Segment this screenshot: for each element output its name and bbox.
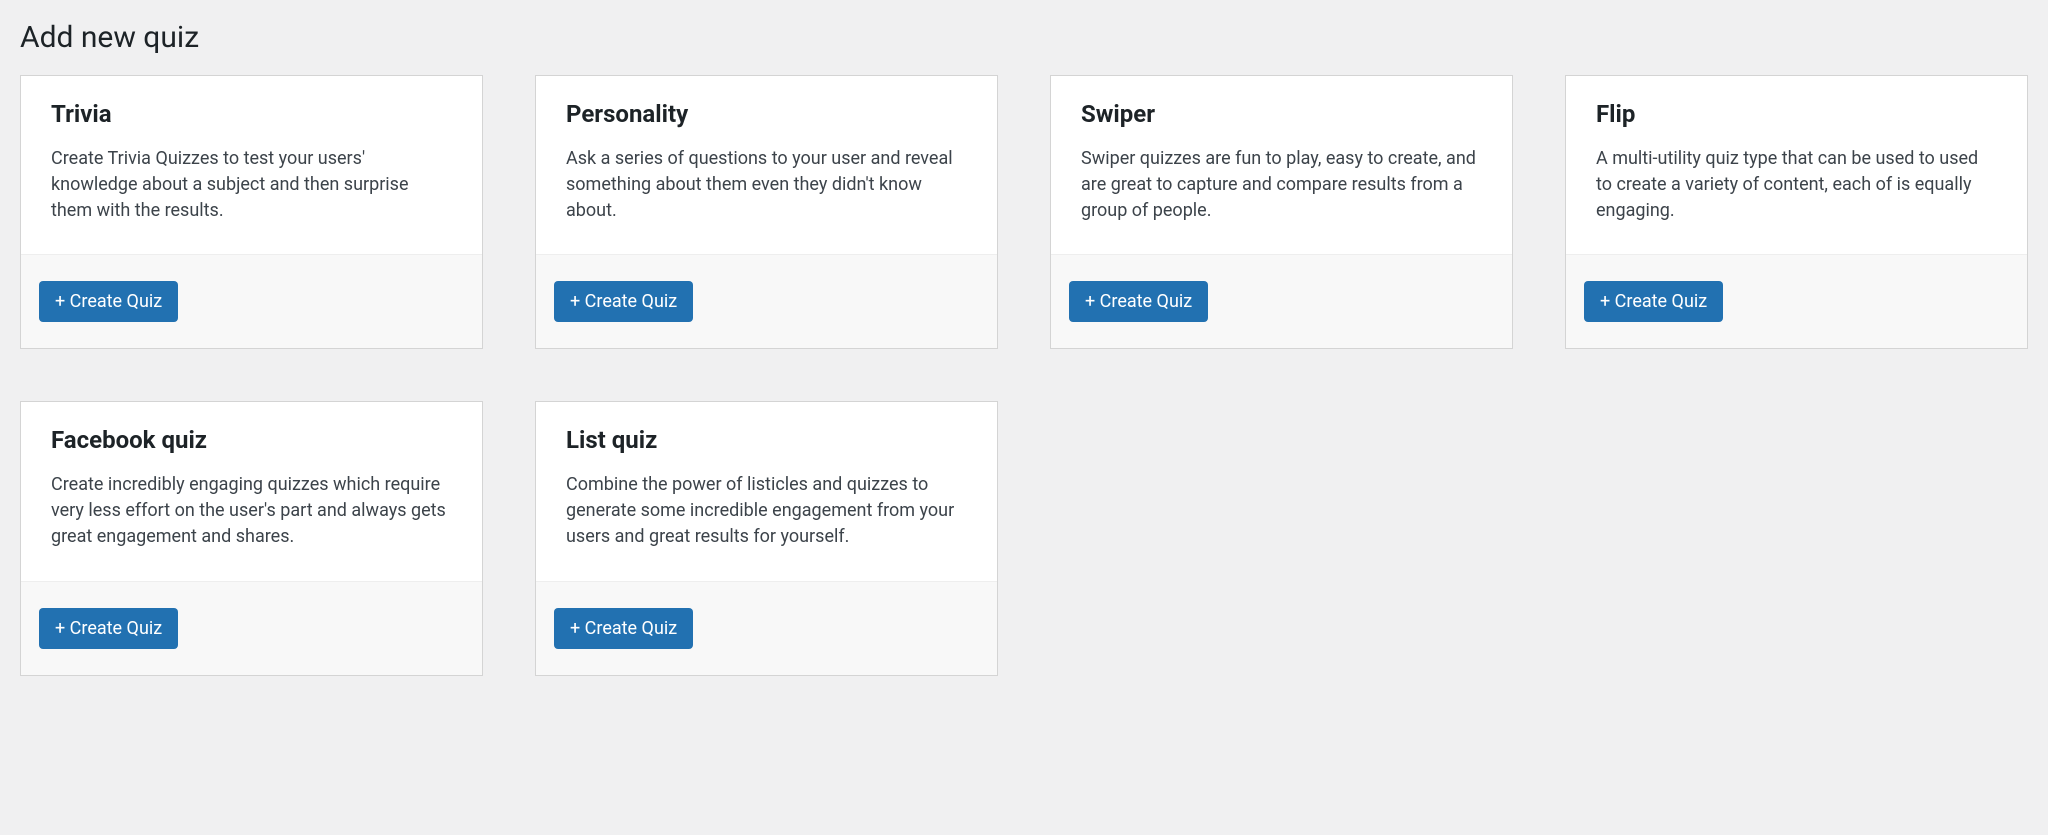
card-footer: + Create Quiz bbox=[21, 254, 482, 348]
card-description: A multi-utility quiz type that can be us… bbox=[1596, 146, 1997, 224]
card-title: List quiz bbox=[566, 426, 967, 454]
create-quiz-button[interactable]: + Create Quiz bbox=[1069, 281, 1208, 322]
create-quiz-button[interactable]: + Create Quiz bbox=[554, 608, 693, 649]
card-title: Swiper bbox=[1081, 100, 1482, 128]
card-body: Personality Ask a series of questions to… bbox=[536, 76, 997, 254]
quiz-type-grid: Trivia Create Trivia Quizzes to test you… bbox=[20, 75, 2028, 676]
card-footer: + Create Quiz bbox=[536, 254, 997, 348]
quiz-card-personality: Personality Ask a series of questions to… bbox=[535, 75, 998, 349]
quiz-card-flip: Flip A multi-utility quiz type that can … bbox=[1565, 75, 2028, 349]
card-body: Trivia Create Trivia Quizzes to test you… bbox=[21, 76, 482, 254]
card-footer: + Create Quiz bbox=[536, 581, 997, 675]
page-title: Add new quiz bbox=[20, 20, 2028, 55]
card-description: Ask a series of questions to your user a… bbox=[566, 146, 967, 224]
create-quiz-button[interactable]: + Create Quiz bbox=[1584, 281, 1723, 322]
card-title: Trivia bbox=[51, 100, 452, 128]
card-body: Flip A multi-utility quiz type that can … bbox=[1566, 76, 2027, 254]
card-footer: + Create Quiz bbox=[21, 581, 482, 675]
quiz-card-trivia: Trivia Create Trivia Quizzes to test you… bbox=[20, 75, 483, 349]
card-description: Create incredibly engaging quizzes which… bbox=[51, 472, 452, 550]
create-quiz-button[interactable]: + Create Quiz bbox=[39, 281, 178, 322]
quiz-card-swiper: Swiper Swiper quizzes are fun to play, e… bbox=[1050, 75, 1513, 349]
card-title: Personality bbox=[566, 100, 967, 128]
card-body: Swiper Swiper quizzes are fun to play, e… bbox=[1051, 76, 1512, 254]
card-body: Facebook quiz Create incredibly engaging… bbox=[21, 402, 482, 580]
quiz-card-list: List quiz Combine the power of listicles… bbox=[535, 401, 998, 675]
card-title: Facebook quiz bbox=[51, 426, 452, 454]
card-body: List quiz Combine the power of listicles… bbox=[536, 402, 997, 580]
create-quiz-button[interactable]: + Create Quiz bbox=[554, 281, 693, 322]
card-description: Create Trivia Quizzes to test your users… bbox=[51, 146, 452, 224]
card-description: Combine the power of listicles and quizz… bbox=[566, 472, 967, 550]
card-description: Swiper quizzes are fun to play, easy to … bbox=[1081, 146, 1482, 224]
card-footer: + Create Quiz bbox=[1051, 254, 1512, 348]
create-quiz-button[interactable]: + Create Quiz bbox=[39, 608, 178, 649]
quiz-card-facebook: Facebook quiz Create incredibly engaging… bbox=[20, 401, 483, 675]
card-footer: + Create Quiz bbox=[1566, 254, 2027, 348]
card-title: Flip bbox=[1596, 100, 1997, 128]
